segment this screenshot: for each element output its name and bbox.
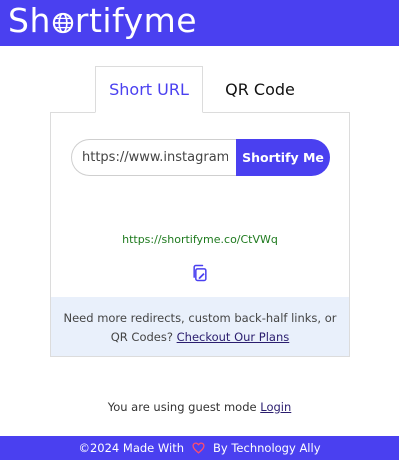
upgrade-promo: Need more redirects, custom back-half li… <box>51 297 349 356</box>
footer-suffix: By Technology Ally <box>213 441 321 455</box>
footer: ©2024 Made With By Technology Ally <box>0 436 399 460</box>
url-input[interactable] <box>71 139 236 176</box>
brand-logo[interactable]: Sh rtifyme <box>8 0 197 43</box>
short-url-result[interactable]: https://shortifyme.co/CtVWq <box>51 233 349 246</box>
top-header: Sh rtifyme <box>0 0 399 46</box>
footer-prefix: ©2024 Made With <box>78 441 185 455</box>
tab-short-url[interactable]: Short URL <box>95 66 203 113</box>
shortify-button[interactable]: Shortify Me <box>236 139 330 176</box>
heart-icon <box>192 442 205 454</box>
brand-text-end: rtifyme <box>74 0 198 40</box>
globe-icon <box>52 12 74 34</box>
guest-mode-notice: You are using guest mode Login <box>0 400 399 414</box>
url-form: Shortify Me <box>71 139 330 176</box>
mode-tabs: Short URL QR Code <box>95 66 317 113</box>
brand-text-start: Sh <box>8 0 51 40</box>
login-link[interactable]: Login <box>260 400 291 414</box>
tab-qr-code[interactable]: QR Code <box>203 66 317 113</box>
checkout-plans-link[interactable]: Checkout Our Plans <box>177 330 290 344</box>
copy-icon[interactable] <box>189 262 211 284</box>
guest-mode-text: You are using guest mode <box>107 400 257 414</box>
shortener-card: Shortify Me https://shortifyme.co/CtVWq … <box>50 112 350 357</box>
